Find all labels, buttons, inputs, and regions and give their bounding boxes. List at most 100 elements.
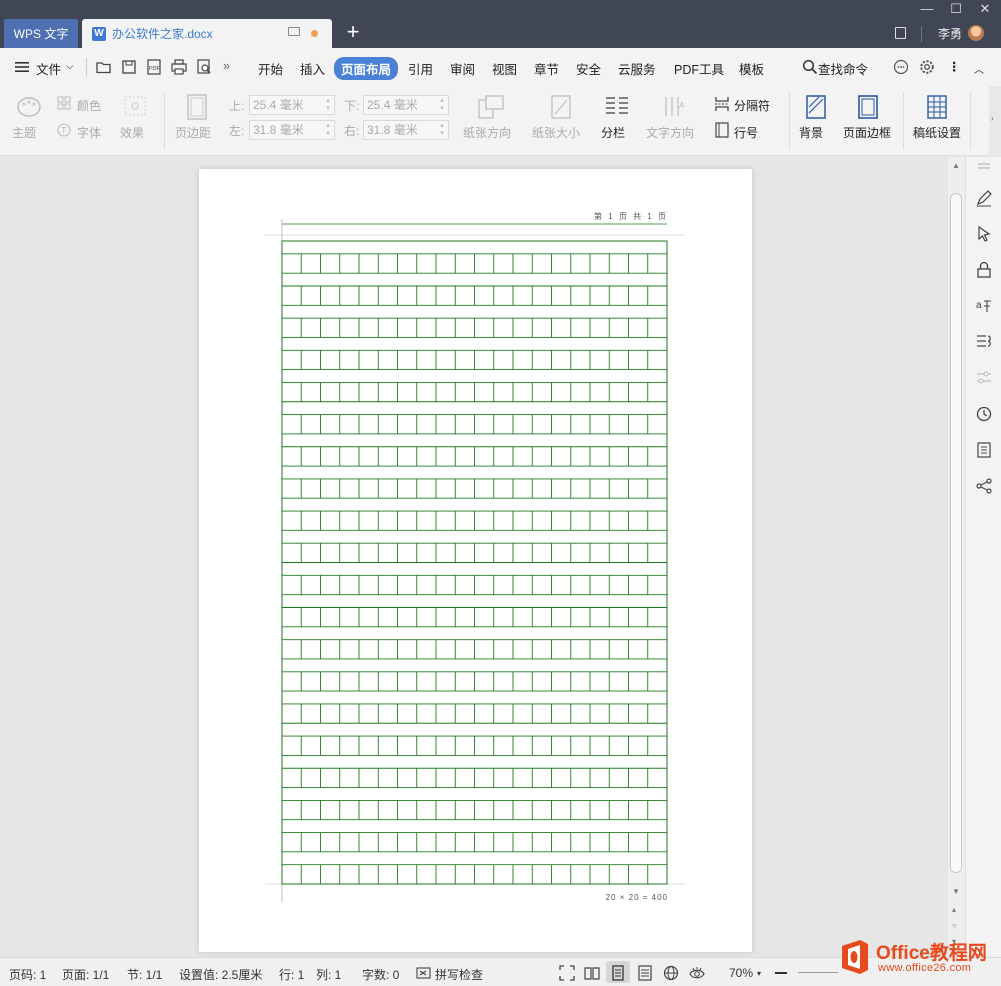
avatar[interactable] — [968, 25, 984, 41]
document-page[interactable]: 第 1 页 共 1 页 20 × 20 = 400 — [199, 169, 752, 952]
svg-text:a: a — [976, 300, 982, 311]
user-name[interactable]: 李勇 — [938, 25, 962, 42]
tab-chapter[interactable]: 章节 — [534, 59, 559, 78]
more-tools-button[interactable]: » — [223, 59, 230, 73]
history-icon[interactable] — [975, 405, 993, 423]
hamburger-icon[interactable] — [14, 60, 30, 76]
right-margin-input[interactable]: 31.8 毫米 — [363, 120, 449, 140]
select-browse-icon[interactable]: ○ — [952, 921, 957, 930]
translate-icon[interactable]: a — [975, 297, 993, 315]
effects-button[interactable]: 效果 — [120, 124, 144, 141]
save-icon[interactable] — [121, 59, 137, 75]
file-menu[interactable]: 文件 — [36, 59, 61, 78]
tab-cloud[interactable]: 云服务 — [618, 59, 656, 78]
divider — [86, 58, 87, 76]
document-tab[interactable]: W 办公软件之家.docx — [82, 19, 332, 48]
fullscreen-icon[interactable] — [559, 965, 575, 981]
panel-handle-icon[interactable] — [975, 161, 993, 179]
zoom-level[interactable]: 70% — [729, 966, 753, 980]
adjust-icon[interactable] — [975, 369, 993, 387]
eye-protection-icon[interactable] — [689, 965, 705, 981]
tab-home[interactable]: 开始 — [258, 59, 283, 78]
status-word-count[interactable]: 字数: 0 — [362, 966, 399, 983]
ribbon-scroll-right[interactable]: › — [989, 86, 1001, 156]
zoom-dropdown-icon[interactable]: ▾ — [757, 969, 761, 978]
top-margin-input[interactable]: 25.4 毫米 — [249, 95, 335, 115]
status-row[interactable]: 行: 1 — [279, 966, 304, 983]
collapse-ribbon-icon[interactable]: ︿ — [974, 61, 984, 76]
background-button[interactable]: 背景 — [799, 124, 823, 141]
page-margin-button[interactable]: 页边距 — [175, 124, 211, 141]
command-search[interactable]: 查找命令 — [818, 59, 868, 78]
maximize-button[interactable]: ☐ — [942, 0, 970, 18]
bottom-margin-input[interactable]: 25.4 毫米 — [363, 95, 449, 115]
text-direction-button[interactable]: 文字方向 — [646, 124, 694, 141]
columns-button[interactable]: 分栏 — [601, 124, 625, 141]
export-pdf-icon[interactable]: PDF — [146, 59, 162, 75]
theme-button[interactable]: 主题 — [12, 124, 36, 141]
scroll-up-icon[interactable]: ▲ — [952, 161, 960, 170]
tab-page-layout[interactable]: 页面布局 — [334, 57, 399, 80]
right-task-panel: a — [965, 157, 1001, 957]
word-doc-icon: W — [92, 26, 106, 41]
tab-references[interactable]: 引用 — [408, 59, 433, 78]
status-section[interactable]: 节: 1/1 — [127, 966, 162, 983]
color-button[interactable]: 颜色 — [77, 97, 101, 114]
font-button[interactable]: 字体 — [77, 124, 101, 141]
share-icon[interactable] — [975, 477, 993, 495]
close-button[interactable]: ✕ — [971, 0, 999, 18]
tab-templates[interactable]: 模板 — [739, 59, 764, 78]
minimize-button[interactable]: — — [913, 0, 941, 18]
window-mode-icon[interactable] — [288, 27, 300, 36]
line-number-button[interactable]: 行号 — [734, 124, 758, 141]
spell-check-button[interactable]: 拼写检查 — [435, 966, 483, 983]
line-number-icon — [715, 122, 729, 138]
chevron-down-icon[interactable]: ⌵ — [66, 61, 74, 72]
status-setting[interactable]: 设置值: 2.5厘米 — [179, 966, 262, 983]
select-cursor-icon[interactable] — [975, 225, 993, 243]
watermark: Office教程网 www.office26.com — [838, 936, 1001, 986]
status-column[interactable]: 列: 1 — [316, 966, 341, 983]
tab-security[interactable]: 安全 — [576, 59, 601, 78]
document-stats-icon[interactable] — [975, 441, 993, 459]
scroll-thumb[interactable] — [950, 193, 962, 873]
web-view-icon[interactable] — [663, 965, 679, 981]
gear-icon[interactable] — [919, 59, 935, 75]
tab-view[interactable]: 视图 — [492, 59, 517, 78]
previous-page-icon[interactable]: ▴ — [952, 905, 956, 914]
app-tab[interactable]: WPS 文字 — [4, 19, 78, 48]
paper-size-button[interactable]: 纸张大小 — [532, 124, 580, 141]
vertical-scrollbar[interactable]: ▲ ▼ ▴ ○ ▾ — [948, 157, 965, 957]
tab-review[interactable]: 审阅 — [450, 59, 475, 78]
page-border-button[interactable]: 页面边框 — [843, 124, 891, 141]
new-tab-button[interactable]: + — [342, 21, 364, 44]
scroll-down-icon[interactable]: ▼ — [952, 887, 960, 896]
search-icon[interactable] — [802, 59, 818, 75]
print-preview-icon[interactable] — [196, 59, 212, 75]
status-pages[interactable]: 页面: 1/1 — [62, 966, 109, 983]
open-folder-icon[interactable] — [96, 59, 112, 75]
grid-paper-settings-button[interactable]: 稿纸设置 — [913, 124, 961, 141]
status-page-number[interactable]: 页码: 1 — [9, 966, 46, 983]
read-mode-icon[interactable] — [584, 965, 600, 981]
zoom-out-button[interactable] — [775, 972, 787, 974]
feedback-icon[interactable] — [893, 59, 909, 75]
left-margin-input[interactable]: 31.8 毫米 — [249, 120, 335, 140]
divider — [164, 92, 165, 150]
font-icon: T — [57, 123, 71, 137]
page-view-icon[interactable] — [610, 965, 626, 981]
more-options-icon[interactable]: ⋮ — [948, 59, 961, 74]
tab-pdf-tools[interactable]: PDF工具 — [674, 59, 724, 78]
pen-icon[interactable] — [975, 189, 993, 207]
print-icon[interactable] — [171, 59, 187, 75]
orientation-button[interactable]: 纸张方向 — [463, 124, 511, 141]
divider — [921, 26, 922, 42]
lock-icon[interactable] — [975, 261, 993, 279]
zoom-slider-track[interactable] — [798, 972, 838, 973]
outline-icon[interactable] — [975, 333, 993, 351]
text-direction-icon: A — [665, 97, 685, 116]
tab-insert[interactable]: 插入 — [300, 59, 325, 78]
outline-view-icon[interactable] — [637, 965, 653, 981]
separator-button[interactable]: 分隔符 — [734, 97, 770, 114]
tablet-mode-icon[interactable] — [895, 27, 906, 39]
